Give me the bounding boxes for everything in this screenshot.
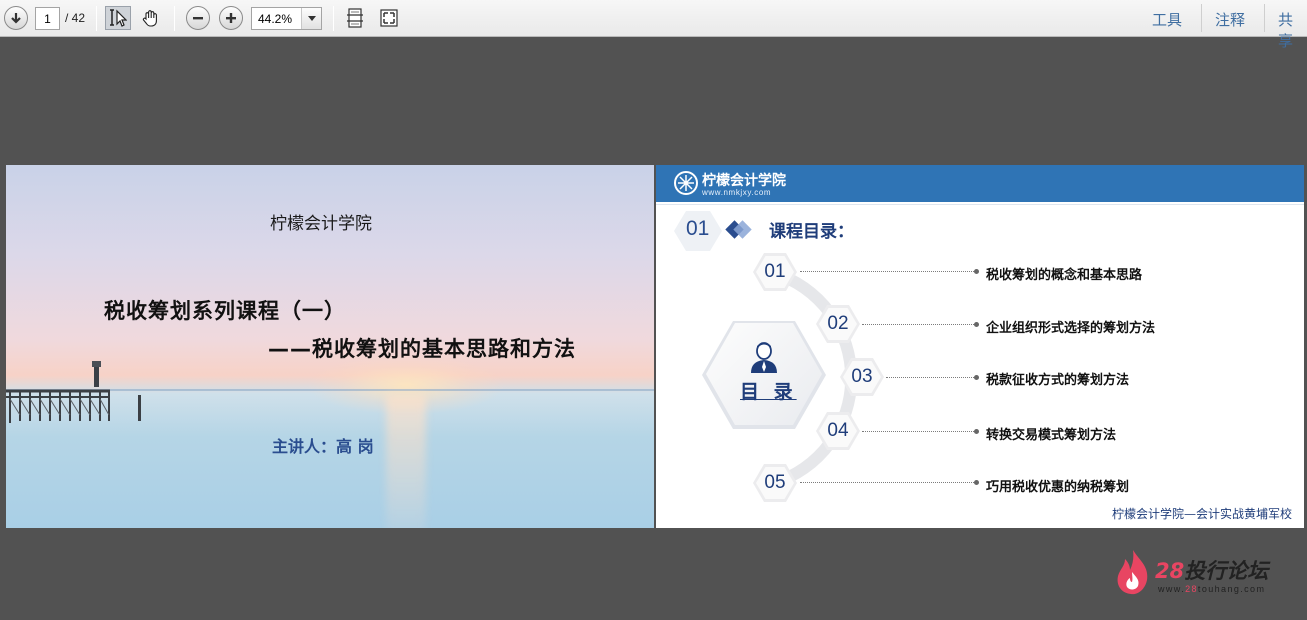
bullet-dot	[974, 480, 979, 485]
header-brand: 柠檬会计学院	[702, 173, 786, 189]
chevron-down-icon[interactable]	[301, 8, 321, 29]
page-number-input[interactable]: 1	[35, 7, 60, 30]
watermark-name: 投行论坛	[1184, 559, 1269, 583]
pier-image	[6, 361, 141, 423]
catalog-item: 巧用税收优惠的纳税筹划	[986, 480, 1130, 495]
toolbar-divider	[333, 6, 334, 31]
watermark-brand: 28投行论坛	[1155, 555, 1268, 585]
slide-header-bar: 柠檬会计学院 www.nmkjxy.com	[656, 165, 1304, 202]
zoom-in-icon[interactable]	[219, 6, 243, 30]
zoom-select[interactable]: 44.2%	[251, 7, 322, 30]
catalog-item: 转换交易模式筹划方法	[986, 428, 1117, 443]
watermark-url-prefix: www.	[1158, 584, 1186, 594]
slide-page-2: 柠檬会计学院 www.nmkjxy.com 01 课程目录： 目 录 01 税收…	[656, 165, 1304, 528]
catalog-item: 税收筹划的概念和基本思路	[986, 268, 1143, 283]
toolbar-divider	[174, 6, 175, 31]
catalog-heading: 课程目录：	[769, 222, 854, 242]
speaker-label: 主讲人：高 岗	[272, 437, 374, 456]
person-icon	[751, 342, 777, 373]
watermark-url: www.28touhang.com	[1158, 584, 1265, 594]
slide-title: 税收筹划系列课程（一）	[104, 299, 346, 323]
select-cursor-icon[interactable]	[105, 6, 131, 30]
zoom-value: 44.2%	[258, 12, 293, 26]
lemon-logo-icon	[674, 171, 698, 195]
fullscreen-icon[interactable]	[377, 6, 401, 30]
bullet-dot	[974, 269, 979, 274]
bullet-dot	[974, 429, 979, 434]
download-arrow-icon[interactable]	[4, 6, 28, 30]
toolbar-divider	[1201, 4, 1202, 32]
flame-logo-icon	[1117, 550, 1148, 595]
slide-footer: 柠檬会计学院—会计实战黄埔军校	[1111, 507, 1292, 521]
menu-label: 目 录	[740, 381, 797, 403]
dotted-leader	[862, 324, 976, 325]
dotted-leader	[800, 271, 976, 272]
toolbar-divider	[1264, 4, 1265, 32]
header-url: www.nmkjxy.com	[702, 188, 772, 197]
comment-link[interactable]: 注释	[1215, 9, 1245, 30]
fit-page-icon[interactable]	[343, 6, 367, 30]
slide-page-1: 柠檬会计学院 税收筹划系列课程（一） ——税收筹划的基本思路和方法 主讲人：高 …	[6, 165, 654, 528]
org-name: 柠檬会计学院	[270, 214, 372, 234]
page-total-label: / 42	[65, 11, 86, 25]
zoom-out-icon[interactable]	[186, 6, 210, 30]
dotted-leader	[800, 482, 976, 483]
viewer-toolbar: 1 / 42 44.2% 工具 注释 共享	[0, 0, 1307, 50]
toolbar-divider	[96, 6, 97, 31]
bullet-dot	[974, 322, 979, 327]
watermark-number: 28	[1155, 559, 1185, 583]
dotted-leader	[862, 431, 976, 432]
watermark-url-highlight: 28	[1185, 584, 1198, 594]
slide-subtitle: ——税收筹划的基本思路和方法	[268, 337, 576, 361]
hand-tool-icon[interactable]	[138, 6, 164, 30]
tools-link[interactable]: 工具	[1152, 9, 1182, 30]
watermark-url-suffix: touhang.com	[1197, 584, 1266, 594]
catalog-item: 企业组织形式选择的筹划方法	[986, 321, 1156, 336]
bullet-dot	[974, 375, 979, 380]
catalog-item: 税款征收方式的筹划方法	[986, 373, 1130, 388]
header-divider	[656, 204, 1304, 205]
share-link[interactable]: 共享	[1278, 9, 1307, 51]
section-number: 01	[686, 217, 710, 240]
dotted-leader	[886, 377, 976, 378]
sun-reflection	[386, 395, 426, 528]
